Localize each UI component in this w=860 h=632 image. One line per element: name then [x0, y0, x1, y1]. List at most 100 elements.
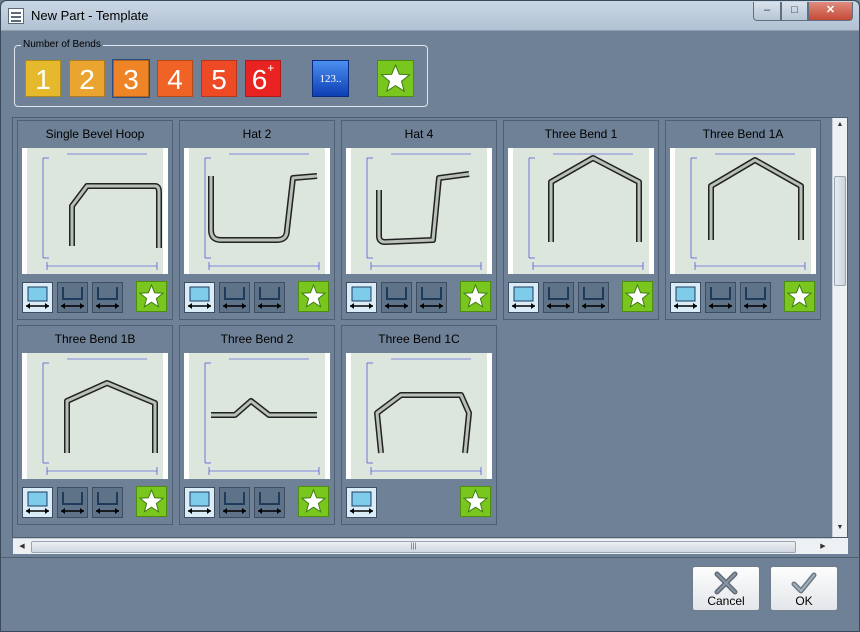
template-title: Three Bend 1	[544, 127, 618, 141]
bends-count-label: 3	[123, 64, 139, 95]
template-card[interactable]: Three Bend 1C	[341, 325, 497, 525]
ok-button[interactable]: OK	[770, 566, 838, 611]
template-title: Single Bevel Hoop	[45, 127, 145, 141]
template-card[interactable]: Three Bend 1B	[17, 325, 173, 525]
new-part-template-window: New Part - Template – □ ✕ Number of Bend…	[0, 0, 860, 632]
minimize-button[interactable]: –	[753, 2, 781, 21]
favorite-star-button[interactable]	[622, 281, 653, 312]
template-card[interactable]: Three Bend 2	[179, 325, 335, 525]
bends-4-button[interactable]: 4	[157, 60, 193, 97]
template-preview[interactable]	[346, 148, 492, 274]
template-title: Three Bend 2	[220, 332, 294, 346]
dimension-option-3-button[interactable]	[92, 487, 123, 518]
title-bar: New Part - Template – □ ✕	[1, 1, 859, 31]
template-title: Three Bend 1C	[378, 332, 460, 346]
template-preview[interactable]	[346, 353, 492, 479]
vertical-scroll-thumb[interactable]	[834, 176, 846, 286]
star-icon	[785, 282, 814, 311]
favorite-star-button[interactable]	[460, 281, 491, 312]
scroll-right-icon[interactable]: ▶	[816, 542, 830, 550]
bends-count-label: 6	[251, 64, 268, 95]
vertical-scrollbar[interactable]: ▲ ▼	[832, 118, 847, 537]
bends-count-label: 2	[79, 64, 95, 95]
dimension-option-3-button[interactable]	[416, 282, 447, 313]
star-icon	[461, 487, 490, 516]
dimension-option-1-button[interactable]	[346, 487, 377, 518]
dimension-option-2-button[interactable]	[219, 487, 250, 518]
dimension-option-2-button[interactable]	[57, 487, 88, 518]
dimension-option-1-button[interactable]	[22, 487, 53, 518]
template-preview[interactable]	[184, 353, 330, 479]
dimension-option-1-button[interactable]	[184, 487, 215, 518]
template-preview[interactable]	[508, 148, 654, 274]
maximize-button[interactable]: □	[781, 2, 808, 21]
favorite-star-button[interactable]	[460, 486, 491, 517]
dimension-option-3-button[interactable]	[578, 282, 609, 313]
bends-3-button[interactable]: 3	[112, 59, 150, 98]
template-preview[interactable]	[22, 148, 168, 274]
dimension-option-2-button[interactable]	[543, 282, 574, 313]
template-gallery[interactable]: Single Bevel Hoop Hat 2 Hat 4 Three Bend 1 T…	[12, 117, 848, 538]
horizontal-scroll-thumb[interactable]: |||	[31, 541, 796, 553]
template-title: Three Bend 1B	[54, 332, 136, 346]
bends-1-button[interactable]: 1	[25, 60, 61, 97]
template-preview[interactable]	[22, 353, 168, 479]
bends-5-button[interactable]: 5	[201, 60, 237, 97]
cancel-button[interactable]: Cancel	[692, 566, 760, 611]
dimension-option-3-button[interactable]	[92, 282, 123, 313]
dimension-option-1-button[interactable]	[346, 282, 377, 313]
dimension-option-3-button[interactable]	[740, 282, 771, 313]
star-icon	[378, 61, 413, 96]
star-icon	[137, 282, 166, 311]
dimension-option-3-button[interactable]	[254, 282, 285, 313]
favorite-star-button[interactable]	[136, 281, 167, 312]
horizontal-scrollbar[interactable]: ◀ ||| ▶	[13, 538, 832, 554]
template-card[interactable]: Hat 2	[179, 120, 335, 320]
scroll-left-icon[interactable]: ◀	[15, 542, 29, 550]
scroll-down-icon[interactable]: ▼	[833, 524, 847, 531]
cancel-label: Cancel	[707, 594, 745, 608]
dimension-option-2-button[interactable]	[381, 282, 412, 313]
dimension-option-2-button[interactable]	[705, 282, 736, 313]
bends-count-label: 1	[35, 64, 51, 95]
star-icon	[623, 282, 652, 311]
dimension-option-2-button[interactable]	[57, 282, 88, 313]
window-title: New Part - Template	[31, 8, 149, 23]
numbered-order-button[interactable]: 123..	[312, 60, 349, 97]
dimension-option-3-button[interactable]	[254, 487, 285, 518]
template-title: Three Bend 1A	[702, 127, 784, 141]
bends-6-button[interactable]: 6+	[245, 60, 281, 97]
dimension-option-1-button[interactable]	[508, 282, 539, 313]
star-icon	[299, 282, 328, 311]
close-button[interactable]: ✕	[808, 2, 853, 21]
dimension-option-1-button[interactable]	[22, 282, 53, 313]
bends-count-label: 4	[167, 64, 183, 95]
ok-label: OK	[795, 594, 813, 608]
template-preview[interactable]	[184, 148, 330, 274]
bends-2-button[interactable]: 2	[69, 60, 105, 97]
template-card[interactable]: Single Bevel Hoop	[17, 120, 173, 320]
favorite-star-button[interactable]	[298, 281, 329, 312]
dimension-option-2-button[interactable]	[219, 282, 250, 313]
favorite-star-button[interactable]	[784, 281, 815, 312]
bends-count-label: 5	[211, 64, 227, 95]
bends-plus-label: +	[267, 61, 275, 75]
favorite-star-button[interactable]	[136, 486, 167, 517]
number-of-bends-legend: Number of Bends	[21, 39, 103, 50]
dimension-option-1-button[interactable]	[184, 282, 215, 313]
dimension-option-1-button[interactable]	[670, 282, 701, 313]
template-card[interactable]: Three Bend 1A	[665, 120, 821, 320]
star-icon	[461, 282, 490, 311]
star-icon	[137, 487, 166, 516]
template-card[interactable]: Hat 4	[341, 120, 497, 320]
favorites-button[interactable]	[377, 60, 414, 97]
template-title: Hat 2	[242, 127, 272, 141]
scroll-up-icon[interactable]: ▲	[833, 121, 847, 128]
scroll-corner	[832, 538, 848, 554]
favorite-star-button[interactable]	[298, 486, 329, 517]
star-icon	[299, 487, 328, 516]
footer-divider	[1, 557, 859, 558]
template-preview[interactable]	[670, 148, 816, 274]
app-icon	[8, 8, 24, 24]
template-card[interactable]: Three Bend 1	[503, 120, 659, 320]
